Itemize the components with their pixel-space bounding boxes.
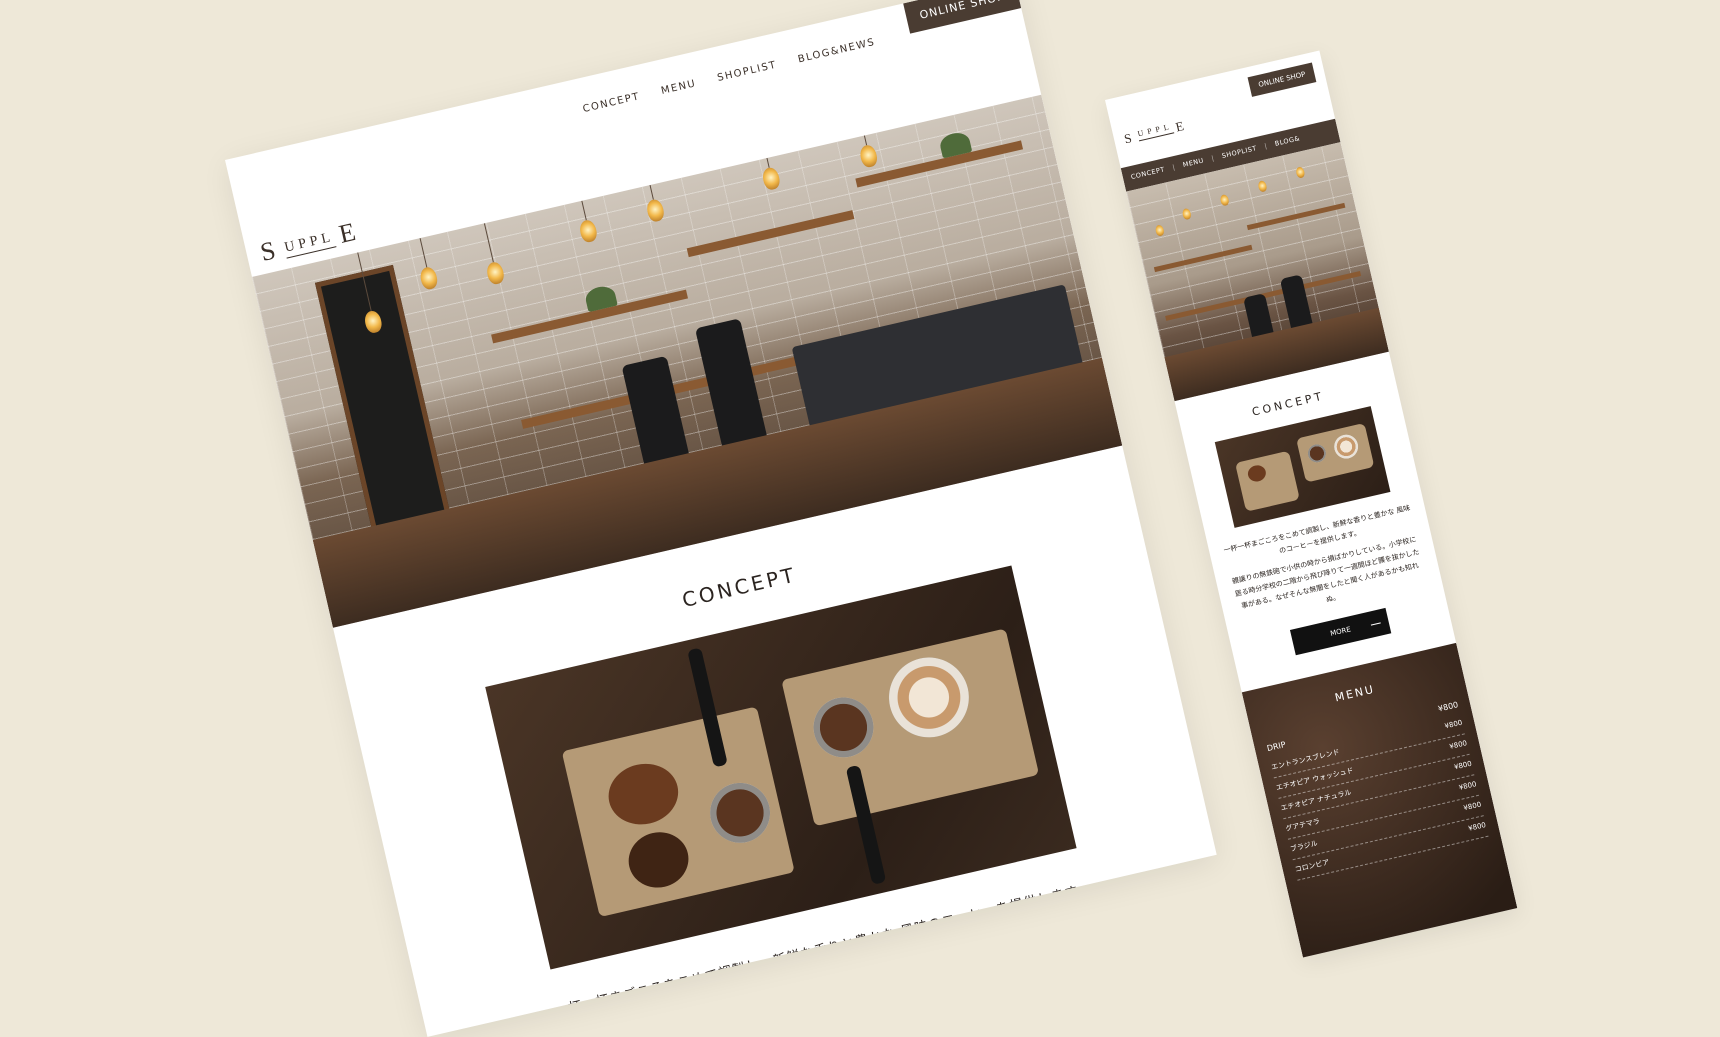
mobile-nav-blog[interactable]: BLOG& — [1274, 134, 1301, 149]
menu-item-price: ¥800 — [1453, 759, 1473, 772]
menu-item-price: ¥800 — [1437, 699, 1459, 714]
logo-e: E — [1174, 117, 1190, 135]
nav-shoplist[interactable]: SHOPLIST — [716, 60, 778, 84]
logo-e: E — [336, 216, 363, 249]
desktop-page: S UPPL E CONCEPT MENU SHOPLIST BLOG&NEWS… — [225, 0, 1217, 1037]
menu-item-name: DRIP — [1265, 739, 1287, 753]
menu-item-price: ¥800 — [1467, 820, 1487, 833]
mobile-logo[interactable]: S UPPL E — [1122, 117, 1190, 147]
more-button[interactable]: MORE — [1289, 607, 1392, 655]
menu-item-name: コロンビア — [1294, 857, 1330, 874]
logo-middle: UPPL — [283, 230, 337, 259]
online-shop-button[interactable]: ONLINE SHOP — [902, 0, 1022, 34]
main-nav: CONCEPT MENU SHOPLIST BLOG&NEWS — [582, 37, 877, 115]
nav-blog-news[interactable]: BLOG&NEWS — [797, 37, 876, 65]
mobile-menu-section: MENU DRIP ¥800 エントランスブレンド ¥800 エチオピア ウォッ… — [1241, 642, 1518, 958]
nav-menu[interactable]: MENU — [660, 78, 697, 97]
mobile-nav-menu[interactable]: MENU — [1182, 156, 1205, 171]
menu-item-price: ¥800 — [1458, 779, 1478, 792]
mobile-concept-image — [1214, 406, 1391, 528]
nav-concept[interactable]: CONCEPT — [582, 91, 641, 115]
mobile-nav-shoplist[interactable]: SHOPLIST — [1221, 144, 1258, 162]
menu-item-name: グアテマラ — [1284, 816, 1321, 833]
mobile-nav-concept[interactable]: CONCEPT — [1130, 165, 1166, 183]
mobile-online-shop-button[interactable]: ONLINE SHOP — [1247, 62, 1317, 97]
menu-item-price: ¥800 — [1462, 800, 1482, 812]
logo-s: S — [1122, 129, 1137, 147]
menu-item-price: ¥800 — [1443, 718, 1464, 731]
logo-s: S — [257, 234, 283, 267]
menu-item-price: ¥800 — [1448, 738, 1468, 751]
logo-middle: UPPL — [1137, 122, 1175, 142]
menu-item-name: ブラジル — [1289, 838, 1319, 854]
